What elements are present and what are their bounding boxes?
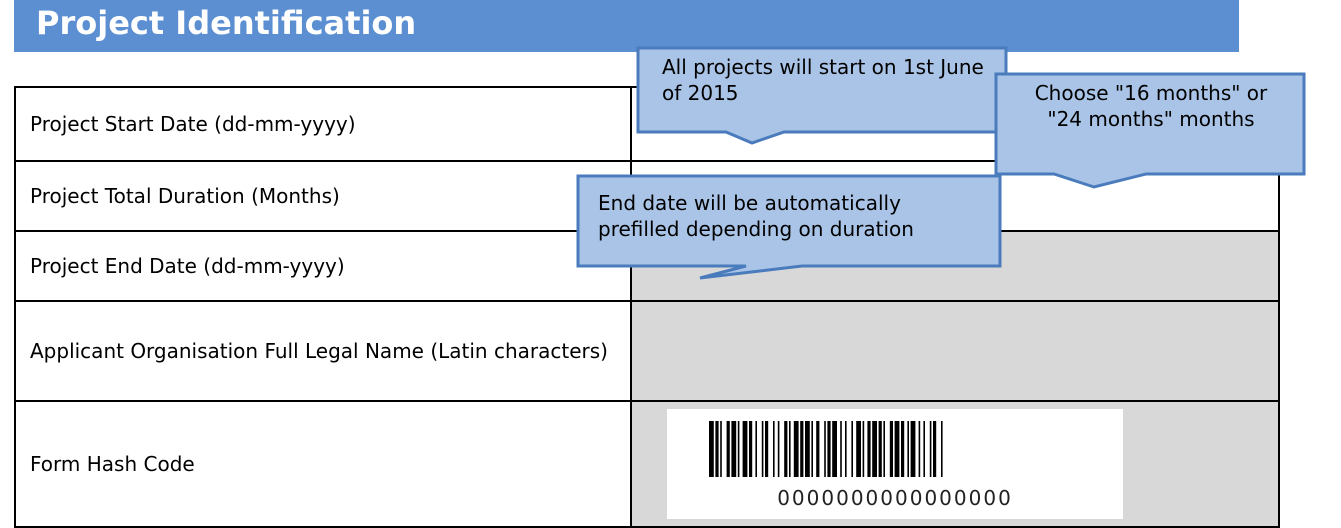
barcode-bar	[765, 421, 769, 477]
barcode-bar	[862, 421, 865, 477]
barcode-bar	[933, 421, 937, 477]
callout-text: End date will be automatically prefilled…	[598, 191, 914, 241]
barcode-bar	[784, 421, 788, 477]
barcode-bar	[872, 421, 877, 477]
barcode-bar	[793, 421, 799, 477]
barcode-bar	[816, 421, 820, 477]
duration-callout: Choose "16 months" or "24 months" months	[994, 72, 1306, 190]
barcode-bar	[731, 421, 737, 477]
barcode-bar	[789, 421, 791, 477]
barcode-bar	[845, 421, 847, 477]
barcode-bar	[889, 421, 893, 477]
barcode-bar	[800, 421, 804, 477]
barcode-bar	[894, 421, 900, 477]
hash-code-label: Form Hash Code	[14, 400, 632, 528]
barcode-bar	[923, 421, 925, 477]
hash-code-cell: 0000000000000000	[630, 400, 1280, 528]
barcode-bar	[726, 421, 730, 477]
duration-label: Project Total Duration (Months)	[14, 160, 632, 232]
callout-text: Choose "16 months" or "24 months" months	[1034, 81, 1268, 131]
barcode-bar	[742, 421, 748, 477]
barcode-bar	[851, 421, 853, 477]
barcode-bar	[755, 421, 757, 477]
barcode-bar	[929, 421, 932, 477]
barcode-bar	[773, 421, 775, 477]
table-row: Form Hash Code 0000000000000000	[14, 400, 1280, 528]
organisation-name-label: Applicant Organisation Full Legal Name (…	[14, 300, 632, 402]
barcode-bar	[867, 421, 871, 477]
section-header: Project Identification	[14, 0, 1239, 52]
start-date-label: Project Start Date (dd-mm-yyyy)	[14, 86, 632, 162]
start-date-callout: All projects will start on 1st June of 2…	[636, 46, 1008, 146]
barcode-bar	[840, 421, 842, 477]
end-date-label: Project End Date (dd-mm-yyyy)	[14, 230, 632, 302]
barcode-bar	[918, 421, 921, 477]
barcode-bar	[856, 421, 861, 477]
barcode: 0000000000000000	[667, 409, 1123, 519]
barcode-bar	[737, 421, 740, 477]
barcode-bar	[715, 421, 719, 477]
section-title: Project Identification	[36, 4, 417, 42]
barcode-bar	[720, 421, 722, 477]
barcode-number: 0000000000000000	[777, 486, 1013, 510]
barcode-bar	[907, 421, 909, 477]
barcode-bar	[761, 421, 764, 477]
barcode-bar	[749, 421, 753, 477]
end-date-callout: End date will be automatically prefilled…	[576, 174, 1002, 280]
barcode-bars	[709, 421, 943, 477]
barcode-bar	[883, 421, 885, 477]
barcode-bar	[832, 421, 837, 477]
barcode-bar	[901, 421, 905, 477]
barcode-bar	[941, 421, 943, 477]
organisation-name-field	[630, 300, 1280, 402]
barcode-bar	[805, 421, 810, 477]
barcode-bar	[777, 421, 780, 477]
barcode-bar	[827, 421, 831, 477]
barcode-bar	[878, 421, 882, 477]
barcode-bar	[910, 421, 916, 477]
barcode-bar	[811, 421, 813, 477]
barcode-bar	[824, 421, 826, 477]
barcode-bar	[709, 421, 714, 477]
callout-text: All projects will start on 1st June of 2…	[662, 55, 984, 105]
table-row: Applicant Organisation Full Legal Name (…	[14, 300, 1280, 402]
